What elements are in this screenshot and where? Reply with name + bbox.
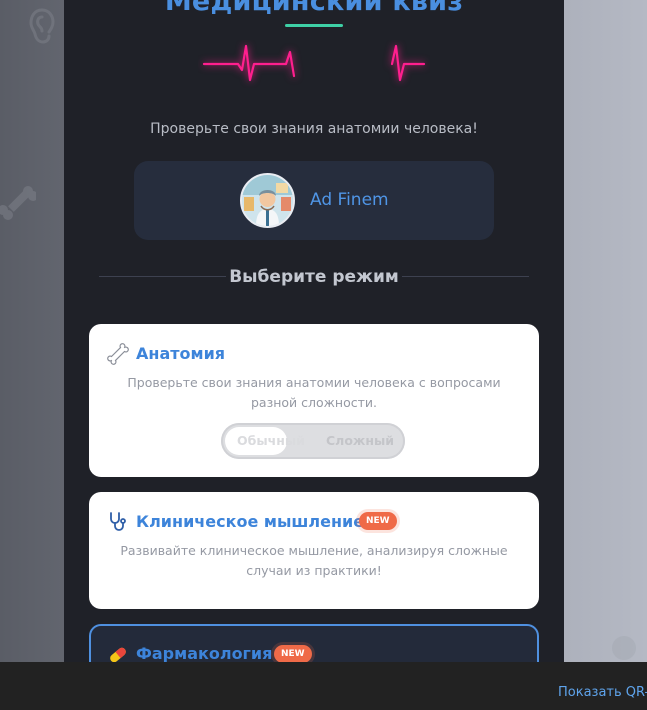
mode-card-pharmacology[interactable]: Фармакология NEW — [89, 624, 539, 662]
mode-section-label: Выберите режим — [229, 267, 399, 287]
bone-icon — [107, 343, 129, 365]
heartbeat-line-icon — [202, 44, 426, 82]
mode-card-clinical[interactable]: Клиническое мышление NEW Развивайте клин… — [89, 492, 539, 609]
mode-desc-anatomy: Проверьте свои знания анатомии человека … — [127, 375, 501, 410]
author-card[interactable]: Ad Finem — [134, 161, 494, 240]
show-qr-link[interactable]: Показать QR-к — [558, 685, 647, 700]
pill-icon — [110, 647, 126, 662]
new-badge: NEW — [359, 512, 397, 530]
author-name: Ad Finem — [310, 190, 389, 210]
page-title: Медицинский квиз — [164, 0, 464, 17]
difficulty-option-normal[interactable]: Обычный — [237, 433, 305, 448]
mode-title-pharmacology: Фармакология — [136, 644, 273, 662]
ear-icon — [29, 8, 55, 44]
subtitle: Проверьте свои знания анатомии человека! — [150, 121, 478, 137]
stethoscope-icon — [110, 512, 126, 531]
difficulty-option-hard[interactable]: Сложный — [326, 433, 394, 448]
difficulty-toggle[interactable]: Обычный Сложный — [221, 423, 405, 459]
title-underline — [285, 24, 343, 27]
mode-card-anatomy[interactable]: Анатомия Проверьте свои знания анатомии … — [89, 324, 539, 477]
mode-title-clinical: Клиническое мышление — [136, 512, 365, 531]
doctor-avatar — [240, 173, 295, 228]
quiz-panel: Медицинский квиз Проверьте свои знания а… — [64, 0, 564, 662]
bone-icon-background — [0, 186, 36, 220]
mode-desc-clinical: Развивайте клиническое мышление, анализи… — [120, 543, 508, 578]
mode-title-anatomy: Анатомия — [136, 344, 226, 363]
background-circle — [612, 636, 636, 660]
divider-right — [402, 276, 529, 277]
new-badge: NEW — [274, 645, 312, 662]
bottom-bar: Показать QR-к — [0, 662, 647, 710]
